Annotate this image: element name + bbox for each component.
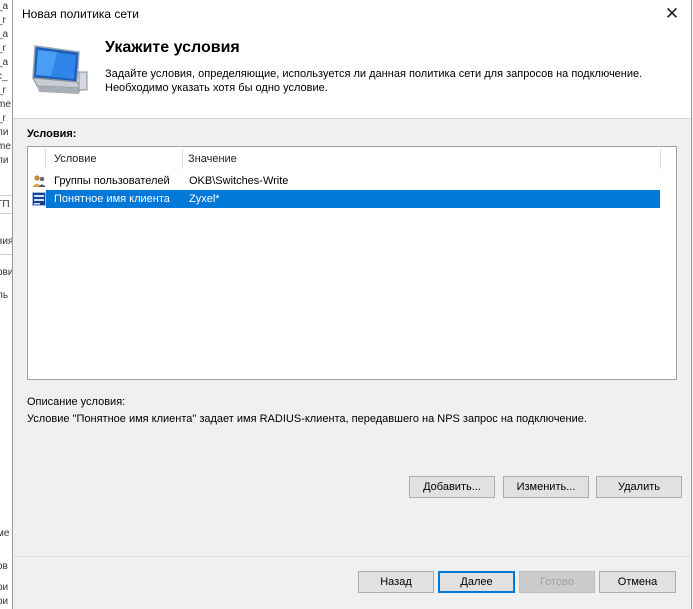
condition-row[interactable]: Группы пользователей OKB\Switches-Write [32, 172, 660, 190]
finish-button: Готово [519, 571, 595, 593]
bg-text: _r [0, 43, 6, 54]
cancel-button[interactable]: Отмена [599, 571, 676, 593]
network-monitor-icon [32, 45, 88, 94]
condition-value: Zyxel* [189, 193, 220, 205]
edit-condition-button[interactable]: Изменить... [503, 476, 589, 498]
bg-text: ме [0, 528, 10, 539]
bg-text: me [0, 99, 11, 110]
condition-name: Понятное имя клиента [54, 193, 170, 205]
bg-text: _a [0, 57, 9, 68]
page-title: Укажите условия [105, 39, 240, 56]
condition-description-label: Описание условия: [27, 396, 126, 408]
bg-text: ль [0, 290, 9, 301]
bg-text: ли [0, 155, 9, 166]
bg-text: ри [0, 596, 9, 607]
close-icon: ✕ [664, 4, 680, 23]
footer-divider [13, 556, 691, 557]
column-header-value[interactable]: Значение [188, 147, 237, 171]
bg-text: _r [0, 113, 6, 124]
close-button[interactable]: ✕ [653, 0, 691, 28]
bg-text: _a [0, 1, 9, 12]
condition-description-text: Условие "Понятное имя клиента" задает им… [27, 413, 587, 425]
add-condition-button[interactable]: Добавить... [409, 476, 495, 498]
bg-text: me [0, 141, 11, 152]
window-title: Новая политика сети [22, 7, 139, 21]
conditions-label: Условия: [27, 128, 77, 140]
user-group-icon [32, 175, 46, 187]
conditions-list[interactable]: Условие Значение Группы пользователей OK… [27, 146, 677, 380]
condition-name: Группы пользователей [54, 175, 170, 187]
condition-value: OKB\Switches-Write [189, 175, 289, 187]
wizard-header: Укажите условия Задайте условия, определ… [13, 28, 691, 119]
column-header-condition[interactable]: Условие [54, 147, 97, 171]
bg-text: ГП [0, 199, 10, 210]
bg-text: _r [0, 85, 6, 96]
bg-text: c_ [0, 71, 8, 82]
bg-text: ли [0, 127, 9, 138]
client-icon [32, 192, 46, 206]
remove-condition-button[interactable]: Удалить [596, 476, 682, 498]
condition-row-selected[interactable]: Понятное имя клиента Zyxel* [32, 190, 660, 208]
bg-text: _a [0, 29, 9, 40]
bg-text: ри [0, 582, 9, 593]
title-bar[interactable]: Новая политика сети ✕ [13, 0, 691, 28]
page-description: Задайте условия, определяющие, используе… [105, 68, 643, 80]
bg-text: _r [0, 15, 6, 26]
page-description: Необходимо указать хотя бы одно условие. [105, 82, 328, 94]
back-button[interactable]: Назад [358, 571, 434, 593]
new-network-policy-dialog: Новая политика сети ✕ Укажите условия За… [12, 0, 692, 609]
next-button[interactable]: Далее [438, 571, 515, 593]
bg-text: ов [0, 561, 8, 572]
